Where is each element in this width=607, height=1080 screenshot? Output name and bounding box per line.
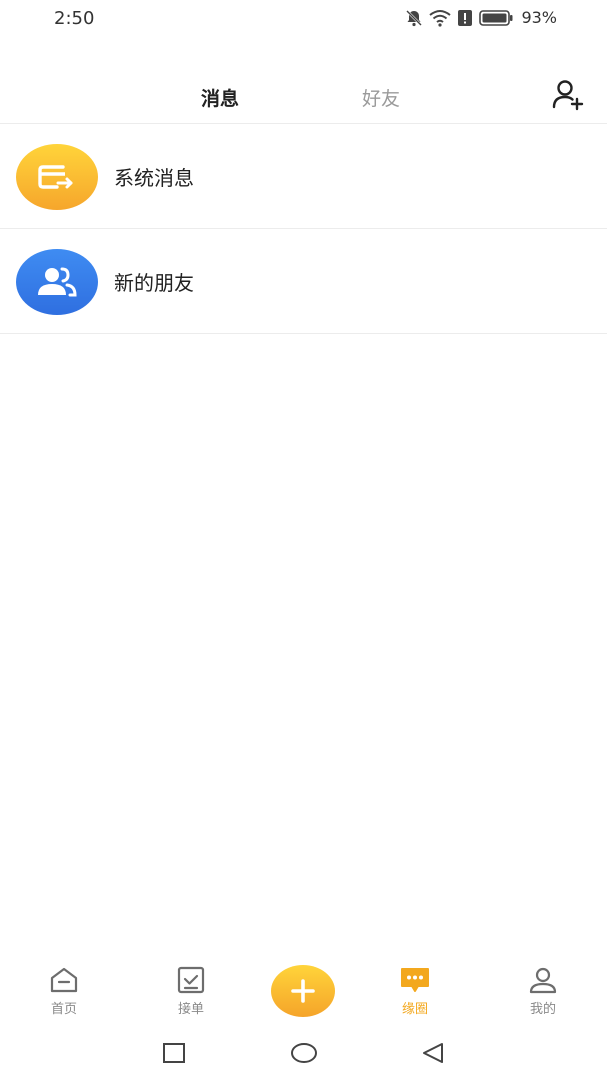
add-post-button[interactable]	[271, 965, 335, 1017]
status-time: 2:50	[54, 8, 95, 29]
nav-label-circle: 缘圈	[401, 1002, 428, 1017]
nav-item-mine[interactable]: 我的	[503, 966, 583, 1017]
profile-icon	[529, 967, 557, 994]
nav-item-circle[interactable]: 缘圈	[375, 966, 455, 1017]
message-list: 系统消息 新的朋友	[0, 124, 607, 334]
bell-muted-icon	[406, 9, 423, 26]
status-bar: 2:50 93%	[0, 0, 607, 38]
status-icons: 93%	[405, 8, 557, 27]
top-tab-bar: 消息 好友	[0, 66, 607, 124]
new-friends-icon	[38, 267, 77, 297]
back-triangle-icon[interactable]	[420, 1042, 446, 1064]
list-item-new-friends[interactable]: 新的朋友	[0, 229, 607, 334]
plus-icon	[291, 979, 315, 1003]
new-friends-avatar	[16, 249, 98, 315]
battery-percent: 93%	[521, 8, 557, 27]
chat-circle-icon	[401, 968, 429, 992]
list-item-system-messages[interactable]: 系统消息	[0, 124, 607, 229]
system-messages-label: 系统消息	[114, 166, 194, 190]
wifi-icon	[429, 9, 452, 27]
home-circle-icon[interactable]	[290, 1042, 318, 1064]
bottom-nav: 首页 接单 缘圈 我的	[0, 956, 607, 1026]
nav-label-orders: 接单	[177, 1002, 204, 1017]
alert-icon	[458, 9, 473, 26]
nav-item-orders[interactable]: 接单	[151, 966, 231, 1017]
new-friends-label: 新的朋友	[114, 271, 194, 295]
tab-friends[interactable]: 好友	[362, 84, 400, 111]
orders-icon	[177, 966, 205, 994]
add-friend-button[interactable]	[551, 78, 585, 112]
battery-icon	[479, 9, 513, 26]
system-message-icon	[38, 165, 73, 189]
nav-label-mine: 我的	[529, 1002, 556, 1017]
nav-label-home: 首页	[50, 1002, 77, 1017]
tab-messages[interactable]: 消息	[201, 84, 239, 111]
system-nav-bar	[0, 1030, 607, 1080]
recent-apps-icon[interactable]	[162, 1042, 186, 1064]
home-icon	[50, 967, 78, 993]
system-message-avatar	[16, 144, 98, 210]
nav-item-home[interactable]: 首页	[24, 966, 104, 1017]
add-user-icon	[552, 80, 584, 111]
